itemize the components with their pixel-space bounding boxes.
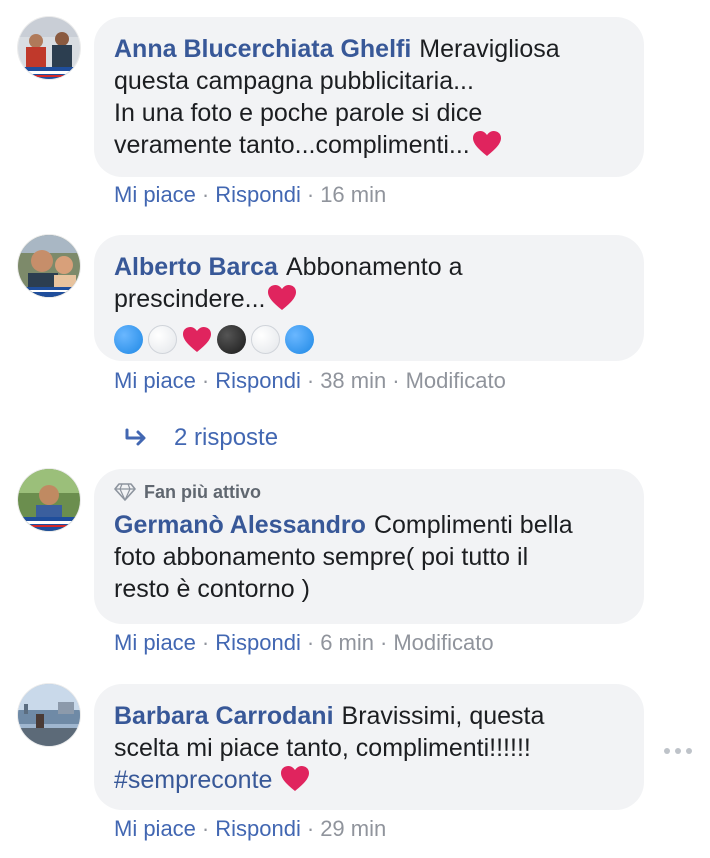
author-name[interactable]: Barbara Carrodani (114, 702, 334, 730)
avatar[interactable] (18, 17, 80, 79)
comment-actions: Mi piace · Rispondi · 16 min (114, 182, 387, 207)
comment-line: Bravissimi, questa (341, 702, 545, 730)
reply-link[interactable]: Rispondi (215, 630, 301, 655)
heart-icon (182, 326, 212, 355)
comment-text: Germanò Alessandro Complimenti bella foto… (114, 509, 624, 605)
blue-circle-icon (114, 325, 143, 354)
comment-line: prescindere... (114, 285, 266, 313)
comment-line: Meravigliosa (419, 35, 560, 63)
comment-bubble: Barbara Carrodani Bravissimi, questa scel… (94, 684, 644, 810)
timestamp[interactable]: 16 min (320, 182, 386, 207)
comment-line: In una foto e poche parole si dice (114, 99, 483, 127)
timestamp[interactable]: 6 min (320, 630, 374, 655)
author-name[interactable]: Anna Blucerchiata Ghelfi (114, 35, 411, 63)
black-circle-icon (217, 325, 246, 354)
heart-icon (280, 765, 310, 801)
comment-bubble: Fan più attivo Germanò Alessandro Complim… (94, 469, 644, 624)
comment-line: scelta mi piace tanto, complimenti!!!!!! (114, 734, 531, 762)
edited-label[interactable]: Modificato (406, 368, 506, 393)
comment-actions: Mi piace · Rispondi · 6 min · Modificato (114, 630, 494, 655)
comment-text: Alberto Barca Abbonamento a prescindere..… (114, 251, 624, 356)
comment-actions: Mi piace · Rispondi · 29 min (114, 816, 387, 841)
reply-link[interactable]: Rispondi (215, 368, 301, 393)
comment-line: foto abbonamento sempre( poi tutto il (114, 543, 529, 571)
comment-text: Anna Blucerchiata Ghelfi Meravigliosa que… (114, 33, 624, 166)
comment-text: Barbara Carrodani Bravissimi, questa scel… (114, 700, 624, 801)
comment-bubble: Alberto Barca Abbonamento a prescindere..… (94, 235, 644, 361)
avatar[interactable] (18, 469, 80, 531)
diamond-icon (114, 483, 136, 501)
hashtag-link[interactable]: #sempreconte (114, 766, 272, 794)
comment-line: veramente tanto...complimenti... (114, 131, 470, 159)
comment-line: questa campagna pubblicitaria... (114, 67, 474, 95)
author-name[interactable]: Alberto Barca (114, 253, 278, 281)
view-replies-link[interactable]: 2 risposte (124, 424, 278, 452)
more-options-icon[interactable] (664, 744, 692, 758)
emoji-row (114, 324, 319, 356)
white-circle-icon (148, 325, 177, 354)
heart-icon (267, 284, 297, 320)
badge-label: Fan più attivo (144, 482, 261, 502)
reply-link[interactable]: Rispondi (215, 816, 301, 841)
comment-line: Abbonamento a (285, 253, 463, 281)
comment-actions: Mi piace · Rispondi · 38 min · Modificato (114, 368, 506, 393)
like-link[interactable]: Mi piace (114, 816, 196, 841)
heart-icon (472, 130, 502, 166)
comment-bubble: Anna Blucerchiata Ghelfi Meravigliosa que… (94, 17, 644, 177)
like-link[interactable]: Mi piace (114, 182, 196, 207)
reply-link[interactable]: Rispondi (215, 182, 301, 207)
avatar[interactable] (18, 684, 80, 746)
blue-circle-icon (285, 325, 314, 354)
white-circle-icon (251, 325, 280, 354)
like-link[interactable]: Mi piace (114, 368, 196, 393)
comment-line: resto è contorno ) (114, 575, 310, 603)
replies-count[interactable]: 2 risposte (174, 424, 278, 452)
top-fan-badge: Fan più attivo (114, 481, 624, 503)
reply-arrow-icon (125, 428, 146, 446)
timestamp[interactable]: 29 min (320, 816, 386, 841)
avatar[interactable] (18, 235, 80, 297)
comment-line: Complimenti bella (373, 511, 573, 539)
author-name[interactable]: Germanò Alessandro (114, 511, 366, 539)
timestamp[interactable]: 38 min (320, 368, 386, 393)
like-link[interactable]: Mi piace (114, 630, 196, 655)
edited-label[interactable]: Modificato (393, 630, 493, 655)
